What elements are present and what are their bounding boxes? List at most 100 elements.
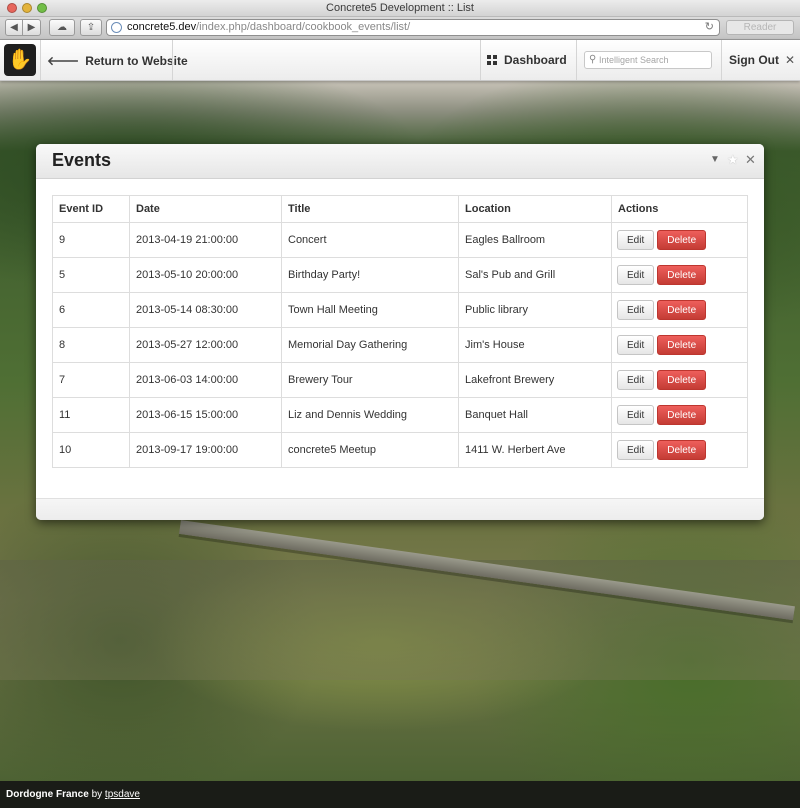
arrow-left-icon: 🡐	[47, 54, 80, 68]
photo-credit: Dordogne France by tpsdave	[6, 789, 140, 800]
event-id-cell: 8	[52, 327, 130, 363]
edit-button[interactable]: Edit	[617, 405, 655, 425]
window-titlebar: Concrete5 Development :: List	[0, 0, 800, 17]
reload-icon[interactable]: ↻	[705, 20, 714, 33]
credit-by: by	[91, 789, 103, 800]
favorite-star-icon[interactable]: ★	[727, 152, 739, 168]
event-date-cell: 2013-05-27 12:00:00	[129, 327, 282, 363]
sign-out-link[interactable]: Sign Out ✕	[729, 53, 795, 67]
dashboard-label: Dashboard	[504, 53, 567, 67]
close-icon: ✕	[785, 53, 796, 67]
photo-credit-bar: Dordogne France by tpsdave	[0, 781, 800, 808]
table-row: 9 2013-04-19 21:00:00 Concert Eagles Bal…	[52, 222, 748, 258]
dashboard-link[interactable]: Dashboard	[487, 53, 567, 67]
return-to-website-link[interactable]: 🡐 Return to Website	[47, 53, 188, 68]
table-row: 7 2013-06-03 14:00:00 Brewery Tour Lakef…	[52, 362, 748, 398]
column-header-location[interactable]: Location	[458, 195, 612, 223]
event-date-cell: 2013-05-14 08:30:00	[129, 292, 282, 328]
url-host: concrete5.dev	[127, 21, 197, 33]
photo-location: Dordogne France	[6, 789, 89, 800]
event-actions-cell: Edit Delete	[611, 257, 748, 293]
event-title-cell: concrete5 Meetup	[281, 432, 459, 468]
edit-button[interactable]: Edit	[617, 230, 655, 250]
window-title: Concrete5 Development :: List	[326, 2, 474, 14]
event-date-cell: 2013-05-10 20:00:00	[129, 257, 282, 293]
icloud-tabs-button[interactable]: ☁	[49, 19, 75, 36]
event-actions-cell: Edit Delete	[611, 292, 748, 328]
event-id-cell: 11	[52, 397, 130, 433]
back-arrow-icon: ◀	[10, 22, 18, 33]
delete-button[interactable]: Delete	[657, 370, 707, 390]
event-location-cell: Sal's Pub and Grill	[458, 257, 612, 293]
panel-footer	[36, 498, 764, 520]
ccm-toolbar: ✋ 🡐Return to Website Dashboard ⚲ Sign Ou…	[0, 40, 800, 81]
globe-icon	[111, 22, 122, 33]
event-date-cell: 2013-04-19 21:00:00	[129, 222, 282, 258]
forward-arrow-icon: ▶	[27, 22, 36, 33]
table-header-row: Event ID Date Title Location Actions	[52, 195, 748, 223]
event-title-cell: Town Hall Meeting	[281, 292, 459, 328]
close-panel-icon[interactable]: ✕	[745, 152, 756, 168]
edit-button[interactable]: Edit	[617, 440, 655, 460]
event-title-cell: Memorial Day Gathering	[281, 327, 459, 363]
event-actions-cell: Edit Delete	[611, 432, 748, 468]
column-header-actions: Actions	[611, 195, 748, 223]
cloud-icon: ☁	[57, 22, 67, 33]
event-title-cell: Birthday Party!	[281, 257, 459, 293]
delete-button[interactable]: Delete	[657, 300, 707, 320]
share-icon: ⇪	[86, 22, 96, 33]
panel-header: Events ▼ ★ ✕	[36, 144, 764, 179]
edit-button[interactable]: Edit	[617, 370, 655, 390]
back-button[interactable]: ◀	[5, 19, 23, 36]
sign-out-label: Sign Out	[729, 53, 779, 67]
event-title-cell: Concert	[281, 222, 459, 258]
background-river	[0, 560, 800, 680]
photo-author-link[interactable]: tpsdave	[105, 789, 140, 800]
event-date-cell: 2013-09-17 19:00:00	[129, 432, 282, 468]
event-actions-cell: Edit Delete	[611, 397, 748, 433]
event-location-cell: 1411 W. Herbert Ave	[458, 432, 612, 468]
edit-button[interactable]: Edit	[617, 335, 655, 355]
event-id-cell: 6	[52, 292, 130, 328]
events-table: Event ID Date Title Location Actions 9 2…	[52, 195, 748, 468]
delete-button[interactable]: Delete	[657, 405, 707, 425]
edit-button[interactable]: Edit	[617, 265, 655, 285]
delete-button[interactable]: Delete	[657, 335, 707, 355]
toolbar-divider	[576, 40, 577, 80]
event-actions-cell: Edit Delete	[611, 362, 748, 398]
toolbar-divider	[172, 40, 173, 80]
table-row: 8 2013-05-27 12:00:00 Memorial Day Gathe…	[52, 327, 748, 363]
edit-button[interactable]: Edit	[617, 300, 655, 320]
event-location-cell: Banquet Hall	[458, 397, 612, 433]
column-header-title[interactable]: Title	[281, 195, 459, 223]
event-actions-cell: Edit Delete	[611, 327, 748, 363]
address-bar[interactable]: concrete5.dev/index.php/dashboard/cookbo…	[106, 19, 720, 36]
search-icon: ⚲	[589, 54, 597, 65]
browser-toolbar: ◀ ▶ ☁ ⇪ concrete5.dev/index.php/dashboar…	[0, 17, 800, 40]
column-header-date[interactable]: Date	[129, 195, 282, 223]
dashboard-grid-icon	[487, 55, 497, 65]
event-id-cell: 5	[52, 257, 130, 293]
intelligent-search[interactable]: ⚲	[584, 51, 712, 69]
toolbar-divider	[40, 40, 41, 80]
event-id-cell: 9	[52, 222, 130, 258]
collapse-icon[interactable]: ▼	[710, 154, 720, 165]
search-input[interactable]	[599, 53, 707, 67]
url-path: /index.php/dashboard/cookbook_events/lis…	[196, 21, 411, 33]
event-location-cell: Lakefront Brewery	[458, 362, 612, 398]
url-text: concrete5.dev/index.php/dashboard/cookbo…	[127, 21, 410, 33]
reader-button[interactable]: Reader	[726, 20, 794, 35]
share-button[interactable]: ⇪	[80, 19, 102, 36]
column-header-event-id[interactable]: Event ID	[52, 195, 130, 223]
event-location-cell: Eagles Ballroom	[458, 222, 612, 258]
forward-button[interactable]: ▶	[23, 19, 41, 36]
delete-button[interactable]: Delete	[657, 230, 707, 250]
event-location-cell: Jim's House	[458, 327, 612, 363]
event-date-cell: 2013-06-15 15:00:00	[129, 397, 282, 433]
delete-button[interactable]: Delete	[657, 440, 707, 460]
table-row: 6 2013-05-14 08:30:00 Town Hall Meeting …	[52, 292, 748, 328]
delete-button[interactable]: Delete	[657, 265, 707, 285]
event-title-cell: Brewery Tour	[281, 362, 459, 398]
event-id-cell: 10	[52, 432, 130, 468]
concrete5-logo-icon[interactable]: ✋	[4, 44, 36, 76]
